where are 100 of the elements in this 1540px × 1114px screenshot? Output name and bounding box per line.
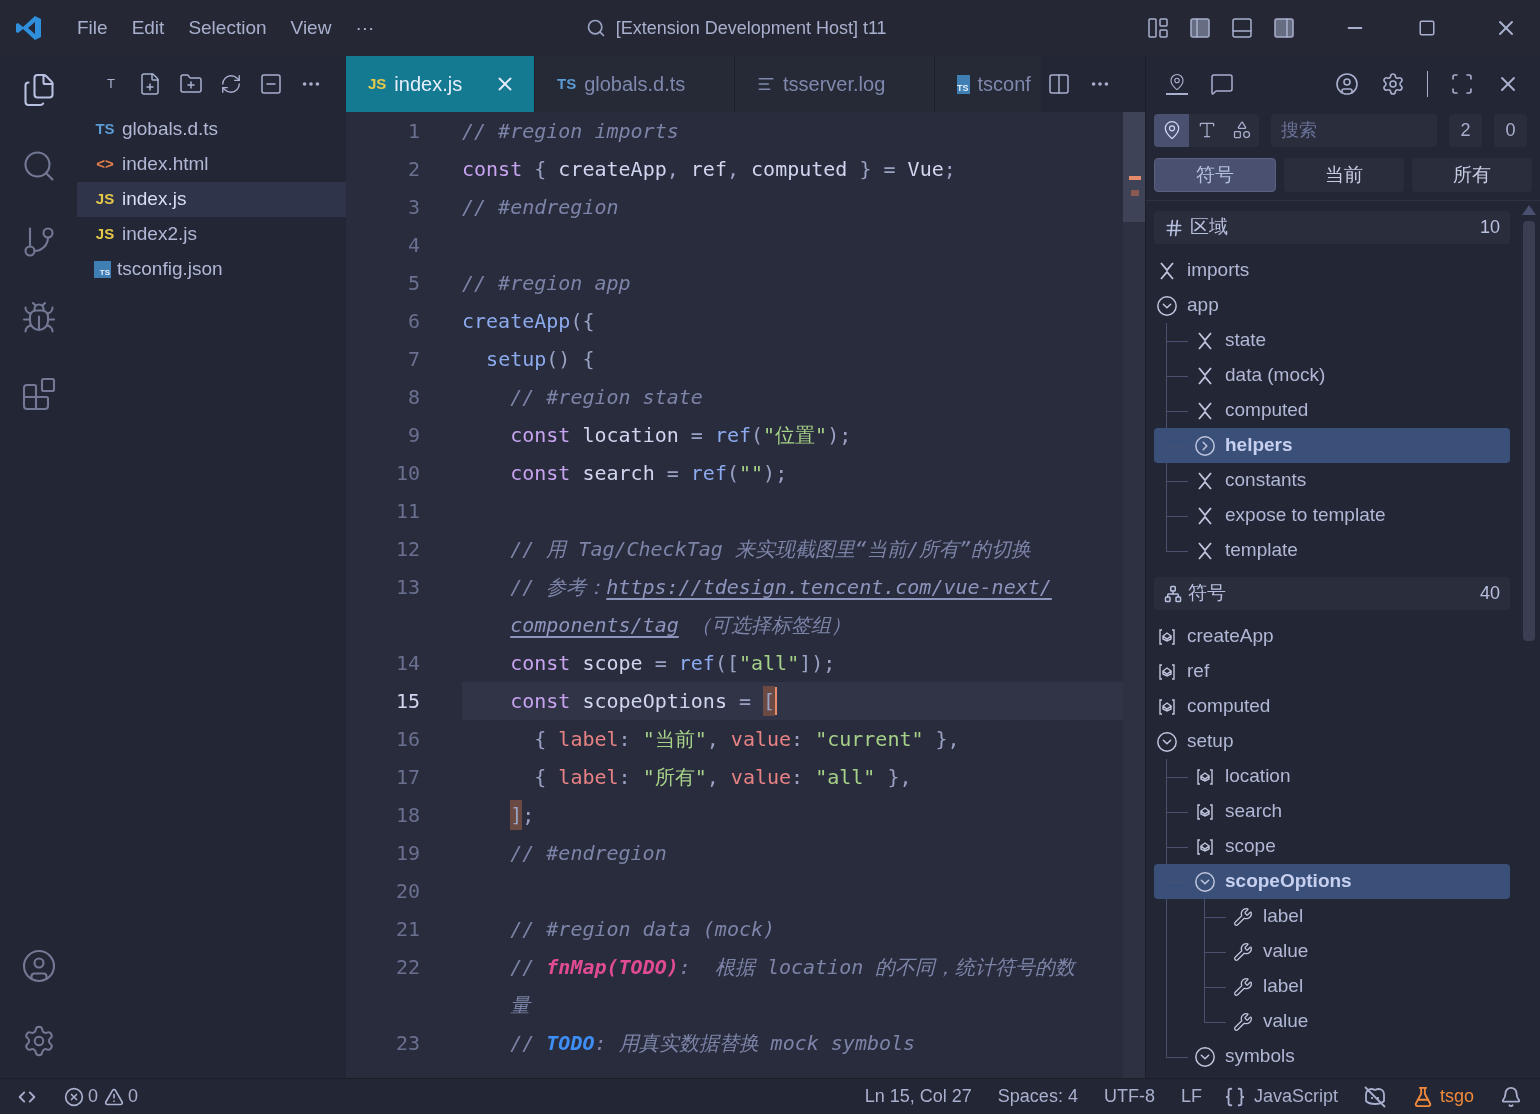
variable-icon: [1158, 662, 1176, 681]
editor-tab[interactable]: JS index.js: [346, 56, 535, 112]
variable-icon: [1158, 627, 1176, 646]
scope-tab[interactable]: 所有: [1412, 158, 1532, 192]
tab-label: tsconf: [977, 72, 1031, 97]
explorer-row[interactable]: <> index.html: [77, 147, 346, 182]
outline-item[interactable]: symbols: [1154, 1039, 1510, 1074]
outline-item[interactable]: value: [1154, 934, 1510, 969]
outline-item[interactable]: scope: [1154, 829, 1510, 864]
fullscreen-icon[interactable]: [1450, 72, 1474, 96]
line-number: 13: [394, 574, 420, 601]
editor-scrollbar[interactable]: [1123, 112, 1145, 1078]
settings-icon[interactable]: [1381, 72, 1405, 96]
collapse-icon[interactable]: [258, 72, 283, 96]
counter: 2: [1449, 113, 1482, 147]
hash-icon: [1164, 217, 1184, 238]
scrollbar-thumb[interactable]: [1523, 221, 1535, 641]
section-header[interactable]: 符号 40: [1154, 577, 1510, 610]
code-line: const search = ref("");: [509, 460, 789, 487]
account-icon[interactable]: [1335, 72, 1359, 96]
sidebar-toggle-icon[interactable]: [1188, 16, 1212, 40]
language-mode[interactable]: JavaScript: [1253, 1083, 1338, 1110]
line-number: 11: [394, 498, 420, 525]
code-line: { label: "当前", value: "current" },: [533, 726, 961, 753]
scope-tab[interactable]: 当前: [1284, 158, 1404, 192]
new-folder-icon[interactable]: [178, 72, 203, 96]
region-icon: [1196, 540, 1214, 561]
secondary-sidebar-icon[interactable]: [1272, 16, 1296, 40]
wrench-icon: [1233, 1011, 1253, 1032]
shapes-icon: [1231, 120, 1252, 140]
file-type-icon: JS: [94, 223, 116, 246]
outline-item[interactable]: template: [1154, 533, 1510, 568]
panel-toggle-icon[interactable]: [1230, 16, 1254, 40]
variable-icon: [1196, 837, 1214, 856]
outline-item[interactable]: value: [1154, 1004, 1510, 1039]
encoding[interactable]: UTF-8: [1103, 1083, 1155, 1110]
window-title[interactable]: [Extension Development Host] t11: [615, 14, 887, 42]
menu-item[interactable]: Edit: [119, 13, 177, 43]
outline-item[interactable]: setup: [1154, 724, 1510, 759]
scope-tab[interactable]: 符号: [1154, 158, 1276, 192]
outline-item[interactable]: search: [1154, 794, 1510, 829]
warning-count[interactable]: 0: [128, 1083, 139, 1110]
wrench-icon: [1233, 976, 1253, 997]
outline-item[interactable]: expose to template: [1154, 498, 1510, 533]
region-icon: [1196, 330, 1214, 351]
explorer-row[interactable]: TS globals.d.ts: [77, 112, 346, 147]
menu-item[interactable]: ···: [343, 13, 387, 43]
code-line: // TODO: 用真实数据替换 mock symbols: [509, 1030, 917, 1057]
code-line: 量: [509, 992, 533, 1019]
line-number: 14: [394, 650, 420, 677]
account-icon[interactable]: [20, 948, 57, 984]
outline-item[interactable]: helpers: [1154, 428, 1510, 463]
code-line: // #region data (mock): [509, 916, 777, 943]
split-editor-icon[interactable]: [1047, 72, 1071, 96]
explorer-row[interactable]: JS index2.js: [77, 217, 346, 252]
search-field[interactable]: 搜索: [1271, 113, 1437, 147]
outline-item[interactable]: createApp: [1154, 619, 1510, 654]
outline-item[interactable]: ref: [1154, 654, 1510, 689]
outline-item[interactable]: computed: [1154, 393, 1510, 428]
layout-icon[interactable]: [1146, 16, 1170, 40]
line-number: 22: [394, 954, 420, 981]
region-icon: [1196, 365, 1214, 386]
filter-toggle[interactable]: [1154, 113, 1189, 147]
section-header[interactable]: 区域 10: [1154, 211, 1510, 244]
wrench-icon: [1233, 941, 1253, 962]
maximize-icon[interactable]: [1418, 19, 1436, 37]
error-count[interactable]: 0: [88, 1083, 98, 1110]
explorer-row[interactable]: JS index.js: [77, 182, 346, 217]
chat-icon[interactable]: [1210, 72, 1234, 96]
line-number: 21: [394, 916, 420, 943]
outline-item[interactable]: computed: [1154, 689, 1510, 724]
outline-view-icon[interactable]: [1166, 73, 1188, 95]
explorer-row[interactable]: TS tsconfig.json: [77, 252, 346, 287]
outline-item[interactable]: data (mock): [1154, 358, 1510, 393]
indentation[interactable]: Spaces: 4: [997, 1083, 1078, 1110]
code-line: const scope = ref(["all"]);: [509, 650, 837, 677]
line-ending[interactable]: LF: [1180, 1083, 1202, 1110]
tool-status[interactable]: tsgo: [1439, 1083, 1474, 1110]
outline-item[interactable]: location: [1154, 759, 1510, 794]
outline-item[interactable]: scopeOptions: [1154, 864, 1510, 899]
outline-item[interactable]: state: [1154, 323, 1510, 358]
structure-icon: [1164, 584, 1182, 603]
wrench-icon: [1233, 906, 1253, 927]
outline-item[interactable]: imports: [1154, 253, 1510, 288]
outline-item[interactable]: label: [1154, 899, 1510, 934]
menu-item[interactable]: Selection: [176, 13, 279, 43]
menu-item[interactable]: View: [278, 13, 344, 43]
outline-item[interactable]: app: [1154, 288, 1510, 323]
refresh-icon[interactable]: [219, 73, 242, 95]
menu-item[interactable]: File: [65, 13, 120, 43]
code-line: // fnMap(TODO): 根据 location 的不同，统计符号的数: [509, 954, 1078, 981]
file-type-icon: TS: [557, 72, 577, 96]
line-number: 23: [394, 1030, 420, 1057]
activity-button[interactable]: [20, 376, 57, 412]
outline-item[interactable]: constants: [1154, 463, 1510, 498]
activity-button[interactable]: [20, 300, 57, 336]
notifications-icon[interactable]: [1500, 1085, 1522, 1108]
cursor-position[interactable]: Ln 15, Col 27: [864, 1083, 972, 1110]
outline-item[interactable]: label: [1154, 969, 1510, 1004]
copilot-off-icon[interactable]: [1361, 1084, 1388, 1109]
